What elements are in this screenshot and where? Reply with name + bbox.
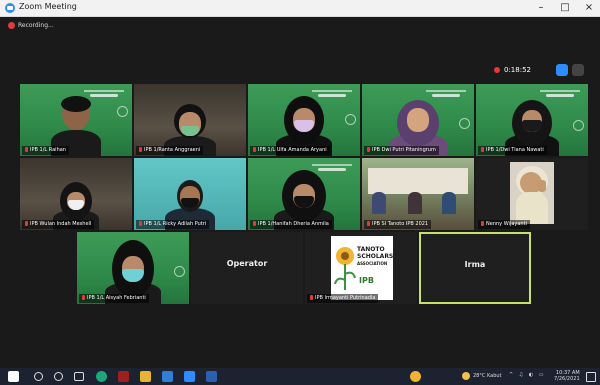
participant-tile[interactable]: IPB 1/L Ricky Adilah Putri [134, 158, 246, 230]
participant-tile[interactable]: Operator [191, 232, 303, 304]
participant-tile[interactable]: Nenny Wijayanti [476, 158, 588, 230]
person-figure [408, 192, 422, 214]
recording-label: Recording... [18, 22, 54, 29]
weather-icon[interactable] [462, 372, 470, 380]
participant-name: Nenny Wijayanti [478, 220, 530, 229]
taskbar: 28°C Kabut ^ ♫ ◐ ▭ 10:37 AM 7/26/2021 [0, 368, 600, 385]
maximize-button[interactable]: □ [554, 0, 576, 16]
participant-tile[interactable]: IPB Dwi Putri Pitaningrum [362, 84, 474, 156]
decor-icon [174, 266, 185, 277]
clock[interactable]: 10:37 AM 7/26/2021 [554, 370, 580, 382]
file-explorer-icon[interactable] [140, 371, 151, 382]
recording-dot-icon [8, 22, 15, 29]
decor-icon [345, 114, 356, 125]
participant-tile[interactable]: IPB 1/L Ulfa Amanda Aryani [248, 84, 360, 156]
timer-text: 0:18:52 [504, 66, 531, 74]
participant-name: IPB 1/Dwi Tiana Nawati [478, 146, 547, 155]
participant-tile[interactable]: IPB Wulan Indah Meshell [20, 158, 132, 230]
chrome-icon[interactable] [410, 371, 421, 382]
participant-name: IPB SI Tanoto IPB 2021 [364, 220, 432, 229]
participant-tile[interactable]: IPB 1/L Aisyah Febrianti [77, 232, 189, 304]
zoom-app-icon [5, 3, 15, 13]
windows-start-icon[interactable] [8, 371, 19, 382]
word-icon[interactable] [206, 371, 217, 382]
participant-video [510, 162, 554, 224]
task-view-icon[interactable] [74, 372, 84, 381]
window-title: Zoom Meeting [19, 2, 77, 11]
logo-line1: TANOTO [357, 246, 385, 253]
participant-name: IPB Wulan Indah Meshell [22, 220, 95, 229]
participant-name: IPB 1/L Aisyah Febrianti [79, 294, 149, 303]
participant-tile-active-speaker[interactable]: Irma [419, 232, 531, 304]
tray-icons[interactable]: ^ ♫ ◐ ▭ [509, 372, 546, 378]
participant-label: Operator [226, 259, 268, 269]
recording-indicator[interactable]: Recording... [8, 22, 54, 34]
participant-tile[interactable]: IPB 1/Hanifah Dheria Anmila [248, 158, 360, 230]
participant-tile[interactable]: IPB 1/Dwi Tiana Nawati [476, 84, 588, 156]
search-icon[interactable] [34, 372, 43, 381]
meeting-timer: 0:18:52 [494, 66, 531, 78]
participant-name: IPB 1/L Ricky Adilah Putri [136, 220, 210, 229]
participant-tile[interactable]: IPB 1/L Raihan [20, 84, 132, 156]
decor-icon [573, 120, 584, 131]
logo-line3: ASSOCIATION [357, 261, 388, 266]
participant-name: IPB 1/Hanifah Dheria Anmila [250, 220, 332, 229]
logo-line2: SCHOLARS [357, 253, 394, 260]
view-toggle-icon[interactable] [556, 64, 568, 76]
logo-line4: IPB [359, 276, 374, 285]
cortana-icon[interactable] [54, 372, 63, 381]
participant-name: IPB 1/L Ulfa Amanda Aryani [250, 146, 330, 155]
shield-icon[interactable] [572, 64, 584, 76]
person-figure [442, 192, 456, 214]
minimize-button[interactable]: – [530, 0, 552, 16]
title-bar: Zoom Meeting – □ × [0, 0, 600, 17]
participant-name: IPB Dwi Putri Pitaningrum [364, 146, 439, 155]
tanoto-logo: TANOTO SCHOLARS ASSOCIATION IPB [331, 236, 393, 300]
notification-icon[interactable] [586, 372, 596, 382]
room-banner [368, 168, 468, 194]
participant-tile[interactable]: IPB SI Tanoto IPB 2021 [362, 158, 474, 230]
participant-name: IPB 1/Ranta Anggraeni [136, 146, 204, 155]
store-icon[interactable] [162, 371, 173, 382]
decor-icon [117, 106, 128, 117]
participant-name: IPB 1/L Raihan [22, 146, 69, 155]
zoom-taskbar-icon[interactable] [184, 371, 195, 382]
participant-tile[interactable]: TANOTO SCHOLARS ASSOCIATION IPB IPB Irma… [305, 232, 417, 304]
live-dot-icon [494, 67, 500, 73]
participant-tile[interactable]: IPB 1/Ranta Anggraeni [134, 84, 246, 156]
decor-icon [459, 118, 470, 129]
weather-text[interactable]: 28°C Kabut [473, 373, 502, 379]
close-button[interactable]: × [578, 0, 600, 16]
edge-icon[interactable] [96, 371, 107, 382]
participant-label: Irma [464, 259, 486, 269]
acrobat-icon[interactable] [118, 371, 129, 382]
clock-date: 7/26/2021 [554, 376, 580, 382]
person-figure [372, 192, 386, 214]
participant-name: IPB Irmayanti Putrinadia [307, 294, 379, 303]
